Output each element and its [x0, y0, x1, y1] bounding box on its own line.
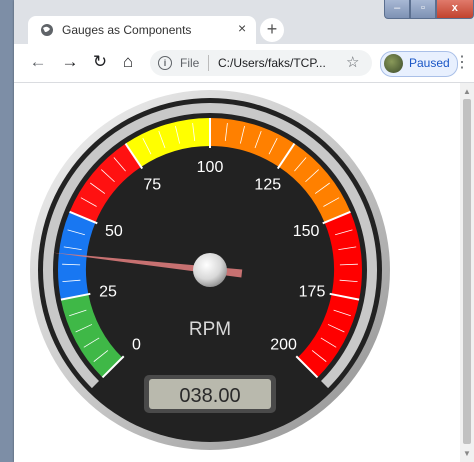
gauge-hub	[193, 253, 227, 287]
menu-icon[interactable]: ⋮	[454, 52, 470, 72]
profile-status: Paused	[409, 56, 450, 70]
browser-toolbar: ← → ↻ ⌂ i File C:/Users/faks/TCP... ☆ Pa…	[14, 44, 474, 83]
tick-label: 25	[99, 283, 117, 300]
tick-label: 75	[143, 177, 161, 194]
maximize-button[interactable]: ▫	[410, 0, 436, 19]
lcd-value: 038.00	[179, 385, 240, 407]
rpm-gauge: 0 25 50 75 100 125 150 175 200 RPM 038.00	[30, 90, 390, 450]
tab-close-icon[interactable]: ×	[238, 20, 246, 36]
new-tab-button[interactable]: +	[260, 18, 284, 42]
url-scheme: File	[180, 56, 200, 70]
address-bar[interactable]: i File C:/Users/faks/TCP... ☆	[150, 50, 372, 76]
scroll-down-icon[interactable]: ▼	[463, 449, 471, 458]
window-controls: – ▫ x	[384, 0, 474, 20]
close-window-button[interactable]: x	[435, 0, 474, 19]
info-icon[interactable]: i	[158, 56, 172, 70]
tick-label: 150	[293, 223, 320, 240]
tick-label: 100	[197, 159, 224, 176]
forward-button[interactable]: →	[60, 52, 80, 72]
tab-title: Gauges as Components	[62, 23, 192, 37]
minimize-button[interactable]: –	[384, 0, 411, 19]
reload-button[interactable]: ↻	[90, 52, 110, 72]
tick-label: 175	[299, 283, 326, 300]
tick-label: 50	[105, 223, 123, 240]
scroll-up-icon[interactable]: ▲	[463, 87, 471, 96]
browser-window: Gauges as Components × + – ▫ x ← → ↻ ⌂ i…	[14, 0, 474, 462]
tick-label: 200	[270, 337, 297, 354]
vertical-scrollbar[interactable]: ▲ ▼	[460, 83, 474, 462]
omnibox-divider	[208, 55, 209, 71]
scrollbar-thumb[interactable]	[463, 99, 471, 444]
bookmark-star-icon[interactable]: ☆	[346, 53, 359, 71]
home-button[interactable]: ⌂	[118, 52, 138, 72]
tick-label: 0	[132, 337, 141, 354]
title-bar: Gauges as Components × + – ▫ x	[14, 0, 474, 44]
globe-icon	[41, 24, 53, 36]
page-viewport: 0 25 50 75 100 125 150 175 200 RPM 038.00	[14, 83, 460, 462]
gauge-band-1	[58, 211, 96, 300]
browser-tab[interactable]: Gauges as Components ×	[28, 16, 256, 44]
url-text[interactable]: C:/Users/faks/TCP...	[218, 56, 326, 70]
tick-label: 125	[254, 177, 281, 194]
profile-button[interactable]: Paused	[380, 51, 458, 77]
gauge-unit-label: RPM	[189, 319, 231, 340]
avatar	[384, 54, 403, 73]
back-button[interactable]: ←	[28, 52, 48, 72]
